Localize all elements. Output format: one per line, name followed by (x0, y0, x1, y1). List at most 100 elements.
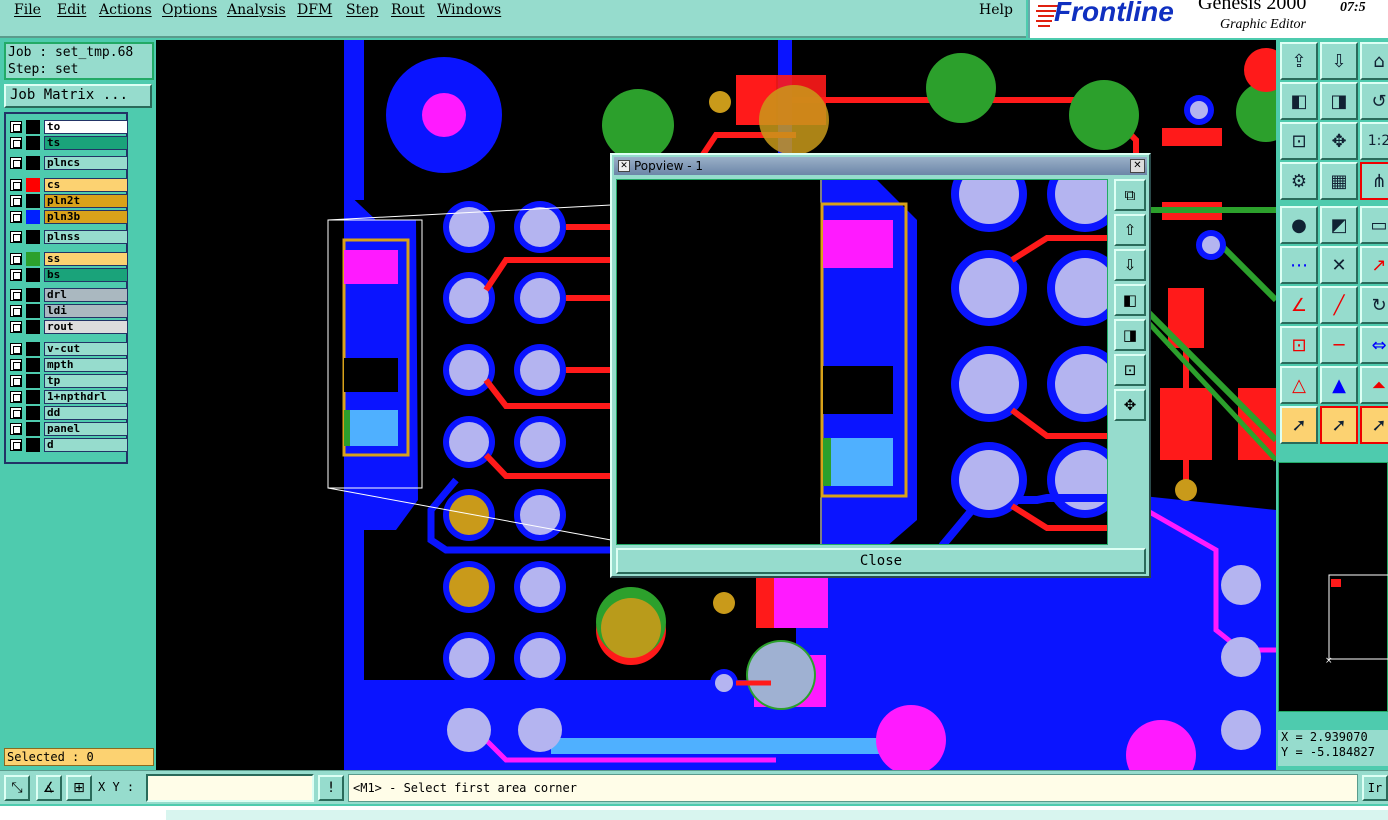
layer-name[interactable]: v-cut (44, 342, 128, 356)
layer-row-pln2t[interactable]: pln2t (10, 194, 128, 208)
zoom-fit-icon[interactable]: ⊡ (1280, 122, 1318, 160)
layer-row-ldi[interactable]: ldi (10, 304, 128, 318)
layer-name[interactable]: cs (44, 178, 128, 192)
input-mode-button[interactable]: Ir (1362, 775, 1388, 801)
popview-zoom-out-icon[interactable]: ⇩ (1114, 249, 1146, 281)
layer-color-swatch[interactable] (26, 320, 40, 334)
snap-icon[interactable]: ⤡ (4, 775, 30, 801)
layer-checkbox[interactable] (10, 359, 22, 371)
popview-canvas[interactable] (616, 179, 1108, 545)
zoom-center-icon[interactable]: ✥ (1320, 122, 1358, 160)
layer-color-swatch[interactable] (26, 438, 40, 452)
layer-checkbox[interactable] (10, 423, 22, 435)
alert-icon[interactable]: ! (318, 775, 344, 801)
menu-options[interactable]: Options (162, 2, 217, 18)
layer-name[interactable]: d (44, 438, 128, 452)
grid-icon[interactable]: ▦ (1320, 162, 1358, 200)
zoom-home-icon[interactable]: ⇪ (1280, 42, 1318, 80)
layer-color-swatch[interactable] (26, 120, 40, 134)
menu-rout[interactable]: Rout (391, 2, 425, 18)
layer-row-pln3b[interactable]: pln3b (10, 210, 128, 224)
menu-step[interactable]: Step (346, 2, 378, 18)
layer-row-drl[interactable]: drl (10, 288, 128, 302)
layer-color-swatch[interactable] (26, 210, 40, 224)
triangle-up-icon[interactable]: ▲ (1320, 366, 1358, 404)
popview-center-icon[interactable]: ✥ (1114, 389, 1146, 421)
connect-icon[interactable]: ⋯ (1280, 246, 1318, 284)
layer-checkbox[interactable] (10, 439, 22, 451)
grid-snap-icon[interactable]: ⊞ (66, 775, 92, 801)
layer-checkbox[interactable] (10, 211, 22, 223)
menu-actions[interactable]: Actions (99, 2, 152, 18)
layer-checkbox[interactable] (10, 269, 22, 281)
layer-row-plnss[interactable]: plnss (10, 230, 128, 244)
layer-color-swatch[interactable] (26, 136, 40, 150)
angle-line-icon[interactable]: ∠ (1280, 286, 1318, 324)
layer-checkbox[interactable] (10, 407, 22, 419)
xy-input[interactable] (146, 774, 314, 802)
layer-color-swatch[interactable] (26, 374, 40, 388)
layer-checkbox[interactable] (10, 305, 22, 317)
layer-name[interactable]: 1+npthdrl (44, 390, 128, 404)
layer-row-mpth[interactable]: mpth (10, 358, 128, 372)
layer-color-swatch[interactable] (26, 156, 40, 170)
net-icon[interactable]: ⋔ (1360, 162, 1388, 200)
layer-row-tp[interactable]: tp (10, 374, 128, 388)
layer-checkbox[interactable] (10, 343, 22, 355)
layer-name[interactable]: tp (44, 374, 128, 388)
window-menu-icon[interactable]: ✕ (618, 160, 630, 172)
layer-row-1+npthdrl[interactable]: 1+npthdrl (10, 390, 128, 404)
layer-name[interactable]: to (44, 120, 128, 134)
layer-name[interactable]: ldi (44, 304, 128, 318)
layer-row-rout[interactable]: rout (10, 320, 128, 334)
layer-name[interactable]: plnss (44, 230, 128, 244)
layer-name[interactable]: pln2t (44, 194, 128, 208)
rotate-icon[interactable]: ↻ (1360, 286, 1388, 324)
cross-icon[interactable]: ✕ (1320, 246, 1358, 284)
layer-checkbox[interactable] (10, 289, 22, 301)
triangle-arrow-icon[interactable]: ⏶ (1360, 366, 1388, 404)
stretch-icon[interactable]: ⇔ (1360, 326, 1388, 364)
layer-checkbox[interactable] (10, 195, 22, 207)
layer-name[interactable]: mpth (44, 358, 128, 372)
popview-fit-icon[interactable]: ⊡ (1114, 354, 1146, 386)
popview-zoom-in-icon[interactable]: ⇧ (1114, 214, 1146, 246)
pad-select-icon[interactable]: ● (1280, 206, 1318, 244)
layer-row-ss[interactable]: ss (10, 252, 128, 266)
select-poly-pointer-icon[interactable]: ➚ (1360, 406, 1388, 444)
minus-line-icon[interactable]: ─ (1320, 326, 1358, 364)
layer-checkbox[interactable] (10, 321, 22, 333)
menu-help[interactable]: Help (979, 2, 1013, 18)
layer-row-dd[interactable]: dd (10, 406, 128, 420)
popview-pan-left-icon[interactable]: ◧ (1114, 284, 1146, 316)
layer-checkbox[interactable] (10, 375, 22, 387)
redo-icon[interactable]: ↺ (1360, 82, 1388, 120)
popview-pan-right-icon[interactable]: ◨ (1114, 319, 1146, 351)
line-select-icon[interactable]: ◩ (1320, 206, 1358, 244)
layer-row-d[interactable]: d (10, 438, 128, 452)
zoom-down-icon[interactable]: ⇩ (1320, 42, 1358, 80)
layer-checkbox[interactable] (10, 179, 22, 191)
close-icon[interactable]: ✕ (1130, 159, 1145, 173)
layer-color-swatch[interactable] (26, 390, 40, 404)
layer-checkbox[interactable] (10, 121, 22, 133)
menu-analysis[interactable]: Analysis (227, 2, 286, 18)
popview-close-button[interactable]: Close (616, 548, 1146, 574)
layer-row-panel[interactable]: panel (10, 422, 128, 436)
layer-color-swatch[interactable] (26, 406, 40, 420)
layer-color-swatch[interactable] (26, 178, 40, 192)
layer-name[interactable]: dd (44, 406, 128, 420)
overview-map[interactable]: × (1278, 462, 1388, 712)
ruler-icon[interactable]: ▭ (1360, 206, 1388, 244)
slash-line-icon[interactable]: ╱ (1320, 286, 1358, 324)
layer-row-plncs[interactable]: plncs (10, 156, 128, 170)
layer-color-swatch[interactable] (26, 304, 40, 318)
layer-name[interactable]: plncs (44, 156, 128, 170)
layer-name[interactable]: ts (44, 136, 128, 150)
home-icon[interactable]: ⌂ (1360, 42, 1388, 80)
layer-color-swatch[interactable] (26, 230, 40, 244)
layer-row-v-cut[interactable]: v-cut (10, 342, 128, 356)
layer-name[interactable]: pln3b (44, 210, 128, 224)
layer-row-cs[interactable]: cs (10, 178, 128, 192)
popview-zoom-window-icon[interactable]: ⧉ (1114, 179, 1146, 211)
